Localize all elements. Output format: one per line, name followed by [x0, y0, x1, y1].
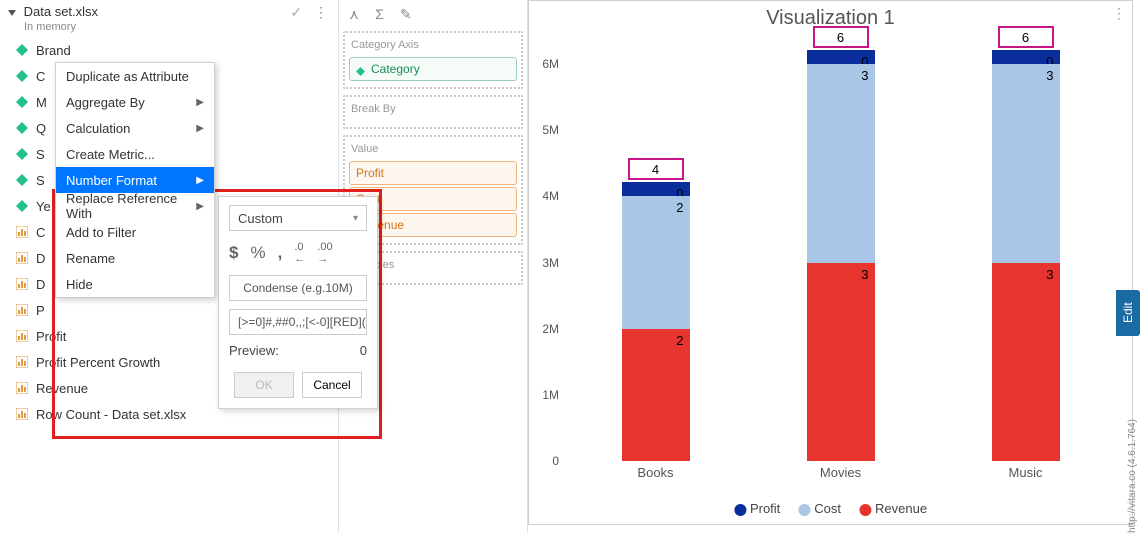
x-tick-label: Music	[1009, 465, 1043, 480]
check-icon[interactable]: ✓	[290, 4, 302, 20]
preview-label: Preview:	[229, 343, 279, 358]
increase-decimal-icon[interactable]: .00→	[317, 241, 332, 265]
bar-stack[interactable]: 022	[622, 182, 690, 461]
metric-icon	[16, 408, 28, 420]
diamond-icon	[16, 148, 28, 160]
y-tick-label: 0	[533, 454, 563, 468]
context-menu: Duplicate as AttributeAggregate By▶Calcu…	[55, 62, 215, 298]
attribute-item[interactable]: Brand	[10, 37, 334, 63]
menu-item-add-to-filter[interactable]: Add to Filter	[56, 219, 214, 245]
legend: Profit Cost Revenue	[734, 501, 927, 516]
cost-segment: 3	[807, 64, 875, 262]
chart-menu-icon[interactable]: ⋮	[1112, 5, 1126, 22]
total-label: 6	[813, 26, 869, 48]
format-type-select[interactable]: Custom ▾	[229, 205, 367, 231]
diamond-icon	[356, 65, 365, 74]
y-tick-label: 5M	[533, 123, 563, 137]
menu-item-number-format[interactable]: Number Format▶	[56, 167, 214, 193]
condense-button[interactable]: Condense (e.g.10M)	[229, 275, 367, 301]
profit-segment: 0	[622, 182, 690, 196]
diamond-icon	[16, 200, 28, 212]
highlighter-icon[interactable]: ✎	[400, 6, 412, 23]
format-code-input[interactable]: [>=0]#,##0,,;[<-0][RED](#,#	[229, 309, 367, 335]
diamond-icon	[16, 122, 28, 134]
metric-icon	[16, 278, 28, 290]
submenu-arrow-icon: ▶	[196, 175, 204, 186]
currency-icon[interactable]: $	[229, 243, 238, 263]
chevron-down-icon: ▾	[353, 213, 358, 224]
metric-icon	[16, 382, 28, 394]
x-tick-label: Movies	[820, 465, 861, 480]
menu-item-rename[interactable]: Rename	[56, 245, 214, 271]
ok-button[interactable]: OK	[234, 372, 294, 398]
number-format-popup: Custom ▾ $ % , .0← .00→ Condense (e.g.10…	[218, 196, 378, 409]
comma-icon[interactable]: ,	[278, 243, 283, 263]
format-type-value: Custom	[238, 211, 283, 226]
menu-item-duplicate-as-attribute[interactable]: Duplicate as Attribute	[56, 63, 214, 89]
metric-icon	[16, 356, 28, 368]
bar-stack[interactable]: 033	[992, 50, 1060, 461]
revenue-segment: 3	[807, 263, 875, 461]
dataset-title: Data set.xlsx	[24, 4, 98, 19]
y-tick-label: 6M	[533, 57, 563, 71]
legend-item-revenue[interactable]: Revenue	[859, 501, 927, 516]
menu-item-replace-reference-with[interactable]: Replace Reference With▶	[56, 193, 214, 219]
dataset-header[interactable]: Data set.xlsx	[8, 4, 326, 19]
menu-item-hide[interactable]: Hide	[56, 271, 214, 297]
cost-segment: 2	[622, 196, 690, 328]
total-label: 4	[628, 158, 684, 180]
cost-segment: 3	[992, 64, 1060, 262]
value-label: Value	[349, 141, 517, 159]
percent-icon[interactable]: %	[250, 243, 265, 263]
y-tick-label: 1M	[533, 388, 563, 402]
value-token[interactable]: Profit	[349, 161, 517, 185]
total-label: 6	[998, 26, 1054, 48]
break-by-label: Break By	[349, 101, 517, 119]
legend-item-profit[interactable]: Profit	[734, 501, 780, 516]
revenue-segment: 2	[622, 329, 690, 461]
edit-button[interactable]: Edit	[1116, 290, 1140, 336]
metric-icon	[16, 226, 28, 238]
metric-icon	[16, 330, 28, 342]
y-tick-label: 4M	[533, 189, 563, 203]
decrease-decimal-icon[interactable]: .0←	[294, 241, 305, 265]
submenu-arrow-icon: ▶	[196, 123, 204, 134]
metric-icon	[16, 252, 28, 264]
diamond-icon	[16, 44, 28, 56]
chart-panel: Visualization 1 ⋮ 01M2M3M4M5M6MBooks0224…	[528, 0, 1133, 525]
filter-icon[interactable]: ⋏	[349, 6, 359, 23]
y-tick-label: 2M	[533, 322, 563, 336]
profit-segment: 0	[807, 50, 875, 64]
collapse-icon[interactable]	[8, 10, 16, 16]
metric-icon	[16, 304, 28, 316]
y-tick-label: 3M	[533, 256, 563, 270]
more-icon[interactable]: ⋮	[314, 4, 328, 20]
category-token[interactable]: Category	[349, 57, 517, 81]
legend-item-cost[interactable]: Cost	[798, 501, 841, 516]
menu-item-calculation[interactable]: Calculation▶	[56, 115, 214, 141]
category-axis-label: Category Axis	[349, 37, 517, 55]
revenue-segment: 3	[992, 263, 1060, 461]
preview-value: 0	[360, 343, 367, 358]
plot-area: 01M2M3M4M5M6MBooks0224Movies0336Music033…	[563, 51, 1118, 461]
dataset-subtitle: In memory	[8, 21, 326, 33]
menu-item-create-metric-[interactable]: Create Metric...	[56, 141, 214, 167]
x-tick-label: Books	[637, 465, 673, 480]
diamond-icon	[16, 70, 28, 82]
menu-item-aggregate-by[interactable]: Aggregate By▶	[56, 89, 214, 115]
diamond-icon	[16, 96, 28, 108]
sigma-icon[interactable]: Σ	[375, 6, 384, 23]
diamond-icon	[16, 174, 28, 186]
submenu-arrow-icon: ▶	[196, 201, 204, 212]
submenu-arrow-icon: ▶	[196, 97, 204, 108]
dataset-actions[interactable]: ✓ ⋮	[290, 4, 328, 21]
profit-segment: 0	[992, 50, 1060, 64]
bar-stack[interactable]: 033	[807, 50, 875, 461]
footer-note: http://vitara.co (4.6.1.764)	[1127, 419, 1138, 533]
cancel-button[interactable]: Cancel	[302, 372, 362, 398]
